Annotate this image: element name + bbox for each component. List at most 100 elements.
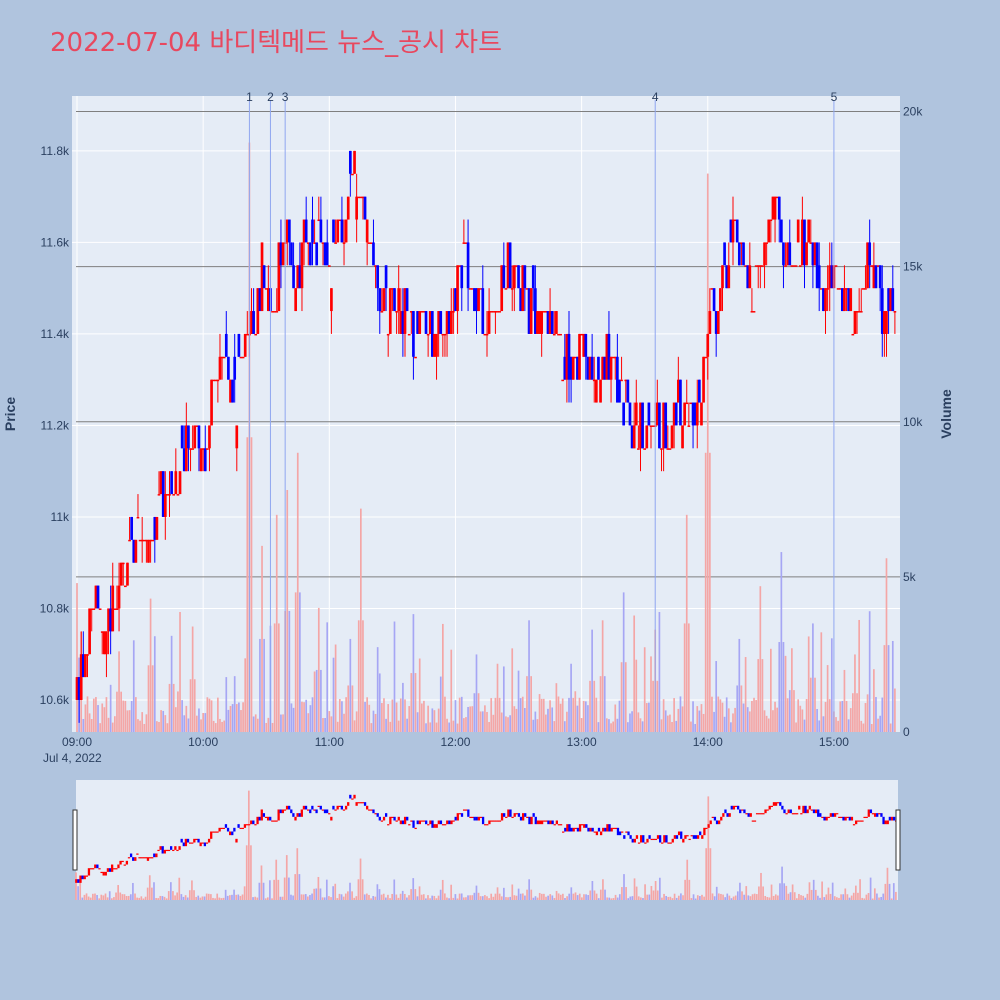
volume-bar <box>179 611 181 732</box>
candle-body <box>634 402 638 426</box>
candle-body <box>424 311 428 334</box>
volume-bar <box>309 705 312 732</box>
slider-candle <box>325 809 329 814</box>
candle-body <box>622 402 626 426</box>
slider-candle <box>855 820 858 825</box>
slider-candle <box>332 805 335 810</box>
volume-bar <box>763 710 766 732</box>
time-tick-label: 13:00 <box>567 735 597 749</box>
slider-candle <box>102 871 105 876</box>
slider-volume-bar <box>92 893 94 900</box>
volume-bar <box>566 711 568 732</box>
volume-bar <box>288 611 291 732</box>
volume-bar <box>334 644 337 732</box>
volume-bar <box>389 721 392 732</box>
slider-candle <box>226 827 230 832</box>
range-slider-left-handle[interactable] <box>72 809 78 871</box>
volume-bar <box>877 718 879 732</box>
slider-candle <box>715 820 719 825</box>
slider-candle <box>140 857 143 859</box>
slider-volume-bar <box>87 896 90 900</box>
slider-volume-bar <box>665 895 667 900</box>
slider-candle <box>184 838 188 847</box>
slider-candle <box>610 827 613 832</box>
slider-candle <box>275 820 278 822</box>
volume-bar <box>355 711 358 732</box>
volume-bar <box>198 708 200 732</box>
slider-volume-bar <box>505 897 507 900</box>
main-plot-area <box>72 96 900 732</box>
slider-volume-bar <box>785 885 788 900</box>
slider-candle <box>283 809 287 811</box>
slider-volume-bar <box>201 896 204 900</box>
candle-body <box>777 196 781 220</box>
slider-candle <box>260 809 263 821</box>
candle-body <box>590 356 594 380</box>
slider-volume-bar <box>85 893 88 900</box>
volume-bar <box>542 698 545 732</box>
slider-candle <box>728 813 731 817</box>
slider-volume-bar <box>351 891 353 900</box>
slider-candle <box>224 824 228 828</box>
candle-body <box>658 402 661 449</box>
slider-candle <box>395 820 398 822</box>
volume-bar <box>860 720 863 732</box>
slider-volume-bar <box>264 898 267 900</box>
candle-body <box>674 402 678 426</box>
slider-volume-bar <box>311 893 313 900</box>
volume-bar <box>694 723 696 732</box>
volume-bar <box>610 723 612 732</box>
slider-volume-bar <box>831 882 834 900</box>
slider-candle <box>825 816 828 821</box>
slider-candle <box>669 842 672 844</box>
volume-bar <box>738 638 741 732</box>
volume-bar <box>435 722 438 732</box>
volume-bar <box>273 623 276 732</box>
slider-volume-bar <box>283 877 286 900</box>
candle-body <box>702 356 705 403</box>
volume-bar <box>606 718 608 732</box>
candle-body <box>466 242 470 289</box>
slider-volume-bar <box>370 898 372 900</box>
volume-bar <box>313 671 316 732</box>
time-tick-label: 12:00 <box>440 735 470 749</box>
volume-bar <box>637 712 640 732</box>
volume-bar <box>460 696 463 732</box>
candle-body <box>788 242 792 266</box>
slider-volume-bar <box>279 896 282 900</box>
candle-body <box>372 242 375 266</box>
slider-candle <box>838 816 841 819</box>
volume-bar <box>561 698 564 732</box>
slider-candle <box>460 813 464 817</box>
slider-volume-bar <box>836 897 838 900</box>
volume-bar <box>866 694 869 732</box>
slider-candle <box>174 846 177 850</box>
slider-candle <box>745 813 748 815</box>
slider-candle <box>277 809 280 821</box>
volume-bar <box>84 704 87 732</box>
candle-body <box>134 539 138 563</box>
slider-volume-bar <box>218 897 221 900</box>
volume-bar <box>685 514 688 732</box>
slider-candle <box>760 813 763 815</box>
range-slider-right-handle[interactable] <box>895 809 901 871</box>
slider-volume-bar <box>332 886 334 900</box>
event-label: 4 <box>652 90 659 104</box>
slider-candle <box>98 868 101 870</box>
slider-candle <box>406 816 409 821</box>
slider-candle <box>170 846 173 850</box>
candle-body <box>388 288 392 334</box>
slider-volume-bar <box>471 895 474 900</box>
volume-bar <box>143 723 146 732</box>
volume-bar <box>416 712 419 732</box>
slider-volume-bar <box>612 898 615 900</box>
slider-volume-bar <box>562 893 564 900</box>
slider-candle <box>789 809 792 814</box>
candle-body <box>517 265 520 289</box>
candle-body <box>397 288 401 312</box>
volume-bar <box>475 654 478 732</box>
slider-volume-bar <box>163 896 166 900</box>
volume-bar <box>538 694 541 732</box>
slider-candle <box>222 827 225 830</box>
slider-volume-bar <box>366 893 368 900</box>
